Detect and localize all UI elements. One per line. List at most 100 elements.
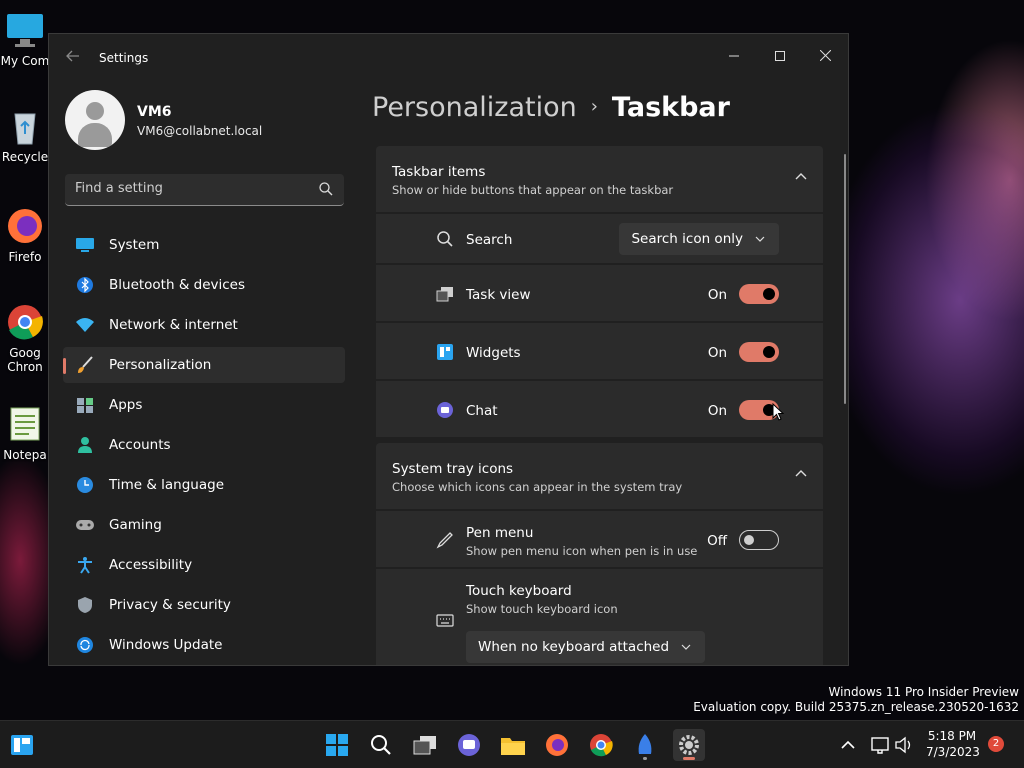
chrome-icon — [590, 734, 613, 757]
back-button[interactable] — [63, 48, 83, 68]
scrollbar[interactable] — [844, 154, 846, 404]
chat-taskbar-button[interactable] — [453, 729, 485, 761]
search-icon — [371, 735, 391, 755]
setting-label: Task view — [466, 287, 531, 303]
taskbar: 5:18 PM 7/3/2023 — [0, 720, 1024, 768]
recycle-bin-icon — [14, 113, 36, 145]
nav-item-accessibility[interactable]: Accessibility — [63, 547, 345, 583]
desktop-icon-recycle-bin[interactable]: Recycle — [0, 106, 50, 164]
clock[interactable]: 5:18 PM 7/3/2023 — [926, 728, 980, 760]
breadcrumb-parent[interactable]: Personalization — [372, 92, 577, 123]
search-icon[interactable] — [318, 181, 334, 197]
chevron-up-icon[interactable] — [795, 172, 807, 180]
task-view-button[interactable] — [409, 729, 441, 761]
nav-item-network-internet[interactable]: Network & internet — [63, 307, 345, 343]
user-email: VM6@collabnet.local — [137, 124, 263, 138]
widgets-toggle[interactable] — [739, 342, 779, 362]
apps-icon — [77, 398, 93, 413]
chevron-up-icon — [841, 740, 855, 749]
nav-item-label: Personalization — [109, 357, 212, 373]
desktop-icon-label: Firefo — [8, 250, 42, 264]
setting-label: Search — [466, 232, 513, 248]
accessibility-icon — [78, 557, 92, 574]
chevron-up-icon[interactable] — [795, 469, 807, 477]
file-explorer-button[interactable] — [497, 729, 529, 761]
task-view-toggle[interactable] — [739, 284, 779, 304]
desktop-icon-google-chrome[interactable]: Goog Chron — [0, 302, 50, 374]
volume-tray-button[interactable] — [888, 729, 920, 761]
taskbar-items-header[interactable]: Taskbar items Show or hide buttons that … — [376, 146, 823, 212]
search-input[interactable] — [75, 181, 305, 196]
network-icon — [76, 318, 94, 332]
pen-menu-toggle[interactable] — [739, 530, 779, 550]
maximize-button[interactable] — [757, 42, 803, 72]
widgets-icon — [437, 344, 453, 360]
nav-item-bluetooth-devices[interactable]: Bluetooth & devices — [63, 267, 345, 303]
nav-item-time-language[interactable]: Time & language — [63, 467, 345, 503]
show-hidden-icons-button[interactable] — [832, 729, 864, 761]
close-icon — [819, 49, 831, 62]
toggle-state-label: On — [707, 345, 727, 361]
app-taskbar-button[interactable] — [629, 729, 661, 761]
nav-item-label: Apps — [109, 397, 143, 413]
nav-item-label: Time & language — [109, 477, 225, 493]
settings-taskbar-button[interactable] — [673, 729, 705, 761]
arrow-left-icon — [66, 50, 79, 62]
keyboard-icon — [436, 614, 454, 627]
setting-label: Widgets — [466, 345, 521, 361]
notification-badge[interactable]: 2 — [988, 736, 1004, 752]
chrome-taskbar-button[interactable] — [585, 729, 617, 761]
close-button[interactable] — [802, 42, 848, 72]
desktop-icon-label-line2: Chron — [7, 360, 43, 374]
search-taskbar-button[interactable] — [365, 729, 397, 761]
desktop-icon-notepad[interactable]: Notepa — [0, 404, 50, 462]
avatar — [65, 90, 125, 150]
widgets-icon — [11, 735, 33, 755]
nav-item-personalization[interactable]: Personalization — [63, 347, 345, 383]
minimize-button[interactable] — [711, 42, 757, 72]
dropdown-value: Search icon only — [631, 231, 743, 247]
search-icon — [437, 231, 453, 247]
setting-description: Show touch keyboard icon — [466, 602, 618, 616]
accounts-icon — [78, 437, 92, 453]
nav-item-gaming[interactable]: Gaming — [63, 507, 345, 543]
setting-row-search: Search Search icon only — [376, 212, 823, 263]
nav-item-windows-update[interactable]: Windows Update — [63, 627, 345, 663]
volume-icon — [895, 736, 911, 754]
toggle-state-label: Off — [707, 533, 727, 549]
settings-search[interactable] — [65, 174, 344, 206]
desktop-icon-firefox[interactable]: Firefo — [0, 206, 50, 264]
setting-label: Touch keyboard — [466, 583, 572, 599]
firefox-icon — [8, 209, 42, 243]
touch-keyboard-dropdown[interactable]: When no keyboard attached — [466, 631, 706, 663]
settings-window: Settings VM6 VM6@collabnet.local System — [48, 33, 849, 666]
nav-item-privacy-security[interactable]: Privacy & security — [63, 587, 345, 623]
nav-item-accounts[interactable]: Accounts — [63, 427, 345, 463]
minimize-icon — [729, 55, 739, 57]
section-subtitle: Show or hide buttons that appear on the … — [392, 183, 674, 197]
nav-item-label: Gaming — [109, 517, 162, 533]
nav-item-apps[interactable]: Apps — [63, 387, 345, 423]
search-mode-dropdown[interactable]: Search icon only — [619, 223, 779, 255]
setting-row-pen-menu: Pen menu Show pen menu icon when pen is … — [376, 509, 823, 567]
firefox-taskbar-button[interactable] — [541, 729, 573, 761]
desktop-icon-my-computer[interactable]: My Com — [0, 10, 50, 68]
start-button[interactable] — [321, 729, 353, 761]
nav-item-system[interactable]: System — [63, 227, 345, 263]
folder-icon — [501, 738, 525, 755]
nav-item-label: System — [109, 237, 160, 253]
nav-item-label: Bluetooth & devices — [109, 277, 246, 293]
system-icon — [76, 238, 94, 252]
widgets-taskbar-button[interactable] — [6, 729, 38, 761]
breadcrumb: Personalization › Taskbar — [372, 92, 730, 123]
system-tray-header[interactable]: System tray icons Choose which icons can… — [376, 443, 823, 509]
nav-item-label: Accounts — [109, 437, 171, 453]
setting-description: Show pen menu icon when pen is in use — [466, 544, 698, 558]
app-title: Settings — [99, 51, 149, 65]
setting-row-widgets: Widgets On — [376, 321, 823, 379]
user-name: VM6 — [137, 104, 172, 120]
section-title: Taskbar items — [392, 164, 486, 180]
settings-content: Taskbar items Show or hide buttons that … — [376, 146, 823, 665]
active-indicator — [683, 757, 695, 760]
section-title: System tray icons — [392, 461, 514, 477]
